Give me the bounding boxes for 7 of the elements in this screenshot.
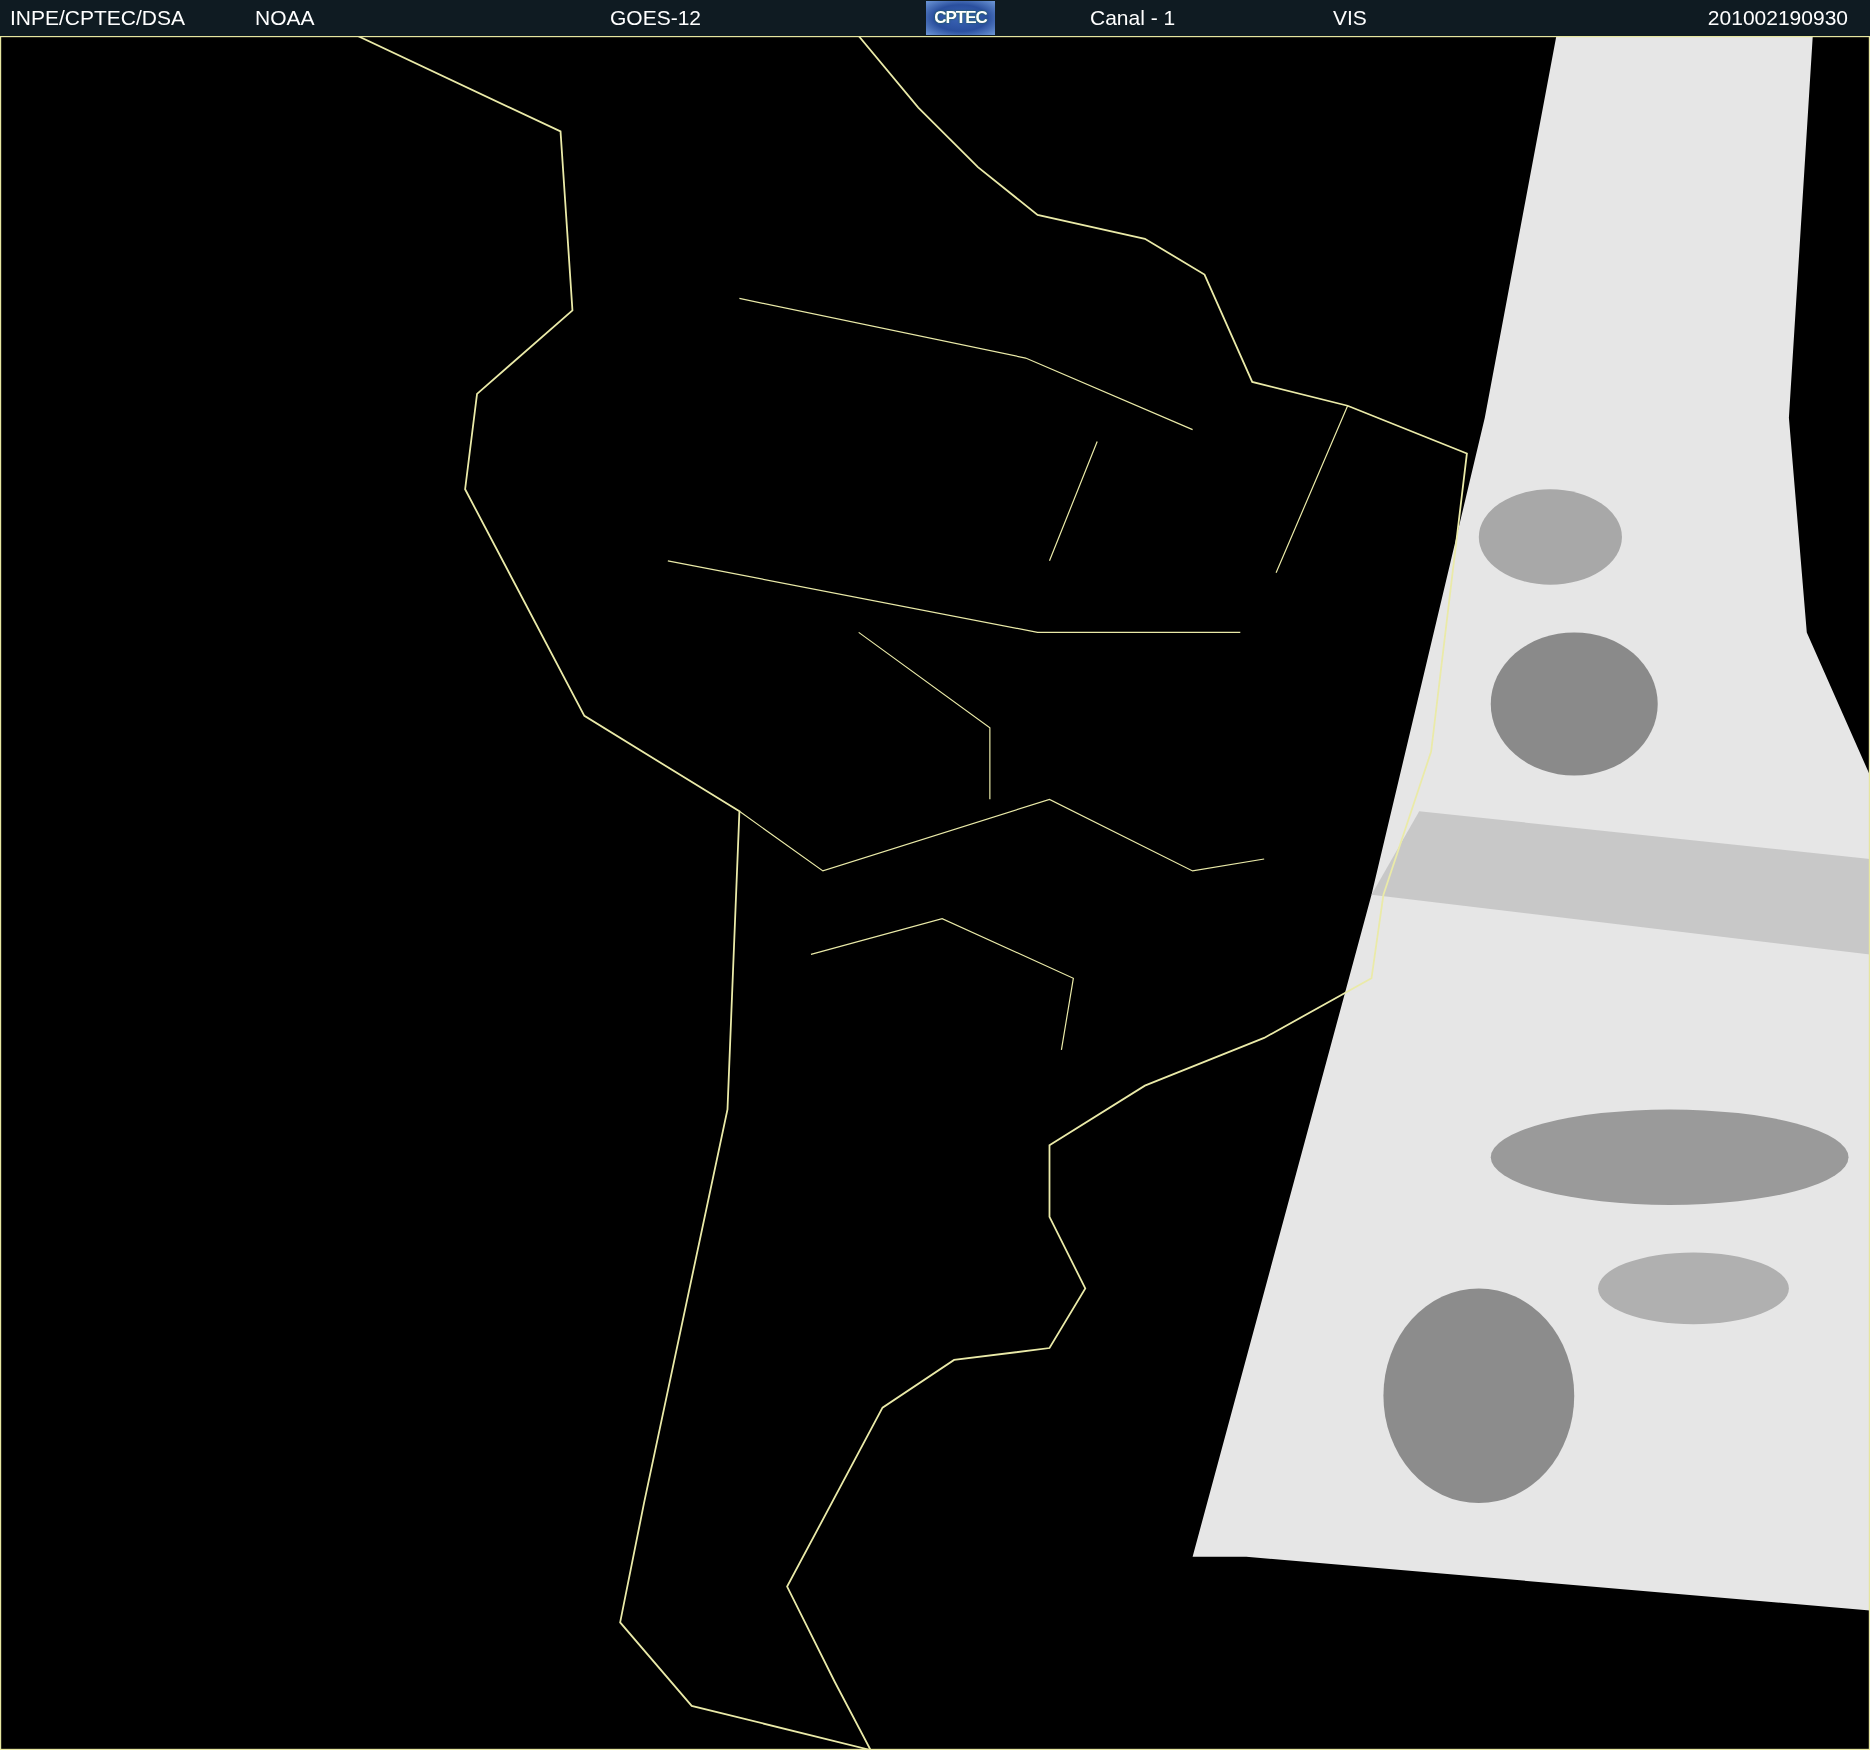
header-label: VIS xyxy=(1333,6,1367,29)
header-label: NOAA xyxy=(255,6,315,29)
header-label: 201002190930 xyxy=(1707,6,1848,29)
header-label: GOES-12 xyxy=(610,6,702,29)
header-label: INPE/CPTEC/DSA xyxy=(10,6,186,29)
logo: CPTEC xyxy=(926,1,995,35)
header-label: Canal - 1 xyxy=(1090,6,1176,29)
